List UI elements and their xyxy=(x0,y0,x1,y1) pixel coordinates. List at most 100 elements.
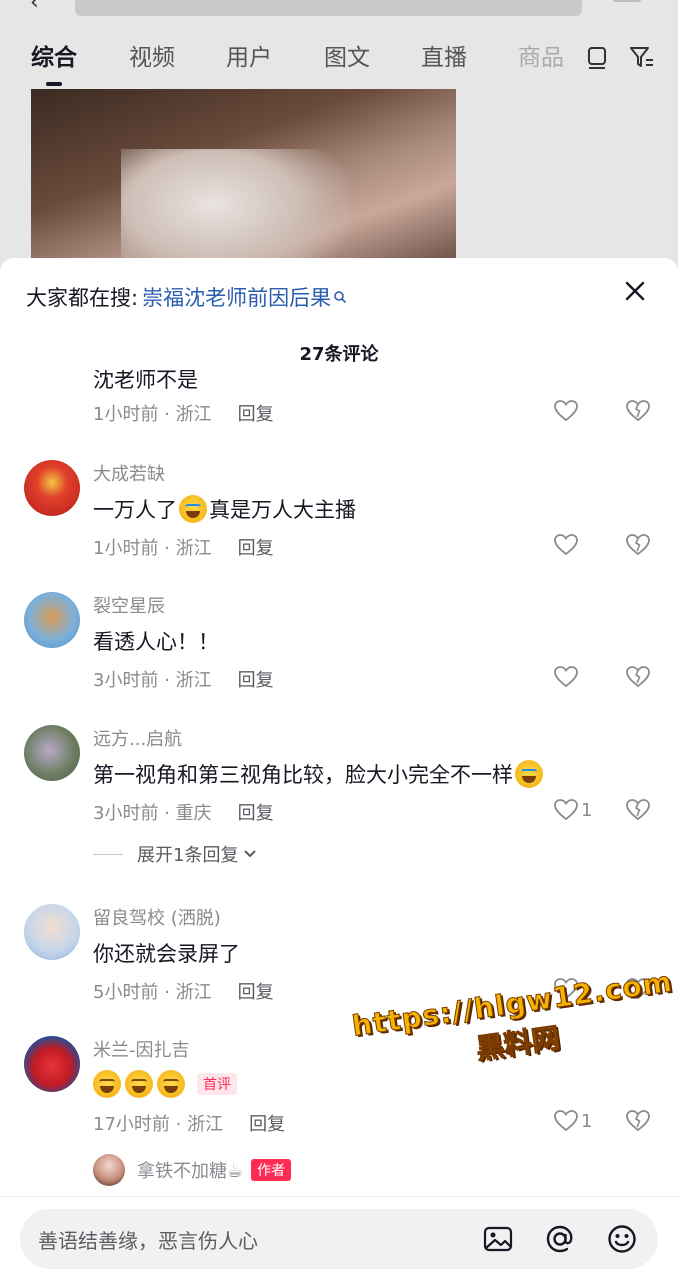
comment-input[interactable]: 善语结善缘，恶言伤人心 xyxy=(20,1209,658,1269)
tab-live[interactable]: 直播 xyxy=(421,40,467,76)
avatar[interactable] xyxy=(93,1154,125,1186)
filter-icon[interactable] xyxy=(628,44,654,70)
comment-meta: 5小时前 · 浙江 回复 xyxy=(93,978,274,1004)
heart-icon xyxy=(554,799,578,821)
comment-meta: 3小时前 · 重庆 回复 xyxy=(93,799,274,825)
tab-video[interactable]: 视频 xyxy=(129,40,175,76)
reply-button[interactable]: 回复 xyxy=(238,400,274,426)
comment-list[interactable]: 沈老师不是 1小时前 · 浙江 回复 大成若缺 一万人了 真是万人大主播 1小时… xyxy=(0,370,678,1196)
tab-users[interactable]: 用户 xyxy=(226,40,272,76)
heart-icon xyxy=(554,1110,578,1132)
hot-search-prefix: 大家都在搜: xyxy=(26,286,139,310)
tab-image-text[interactable]: 图文 xyxy=(324,40,370,76)
reply-button[interactable]: 回复 xyxy=(238,978,274,1004)
heart-icon xyxy=(554,666,578,688)
comment-username[interactable]: 远方...启航 xyxy=(93,725,182,751)
comment-input-bar: 善语结善缘，恶言伤人心 xyxy=(0,1196,678,1280)
comment-time-location: 3小时前 · 浙江 xyxy=(93,670,212,691)
grinning-emoji-icon xyxy=(157,1070,185,1098)
reply-button[interactable]: 回复 xyxy=(238,534,274,560)
comment-text: 第一视角和第三视角比较，脸大小完全不一样 xyxy=(93,759,547,789)
chevron-down-icon xyxy=(244,850,257,858)
back-arrow-icon[interactable]: ‹ xyxy=(30,0,39,15)
crying-laughing-emoji-icon xyxy=(515,760,543,788)
broken-heart-icon xyxy=(626,400,650,422)
close-icon xyxy=(625,281,645,301)
comment-input-placeholder: 善语结善缘，恶言伤人心 xyxy=(38,1229,258,1253)
comment-text: 首评 xyxy=(93,1070,237,1098)
layout-toggle-icon[interactable] xyxy=(584,44,610,70)
search-action[interactable] xyxy=(612,0,642,2)
like-button[interactable] xyxy=(553,532,603,558)
comment-username[interactable]: 米兰-因扎吉 xyxy=(93,1036,190,1062)
expand-replies-button[interactable]: 展开1条回复 xyxy=(93,841,258,867)
comment-time-location: 5小时前 · 浙江 xyxy=(93,982,212,1003)
dislike-button[interactable] xyxy=(625,398,651,428)
heart-icon xyxy=(554,400,578,422)
expand-replies-label: 展开1条回复 xyxy=(137,845,239,866)
author-badge: 作者 xyxy=(251,1159,292,1181)
comment-sheet: 大家都在搜: 崇福沈老师前因后果 27条评论 沈老师不是 1小时前 · 浙江 回… xyxy=(0,258,678,1280)
comment-username[interactable]: 大成若缺 xyxy=(93,460,165,486)
tab-products[interactable]: 商品 xyxy=(518,40,564,76)
comment-meta: 3小时前 · 浙江 回复 xyxy=(93,666,274,692)
broken-heart-icon xyxy=(626,799,650,821)
like-count: 1 xyxy=(581,1110,593,1132)
reply-button[interactable]: 回复 xyxy=(249,1110,285,1136)
background-search-page: ‹ 综合 视频 用户 图文 直播 商品 xyxy=(0,0,678,300)
like-button[interactable] xyxy=(553,664,603,690)
dislike-button[interactable] xyxy=(625,797,651,827)
avatar[interactable] xyxy=(24,1036,80,1092)
comment-text-part: 真是万人大主播 xyxy=(209,498,356,522)
grinning-emoji-icon xyxy=(93,1070,121,1098)
hot-search-link[interactable]: 崇福沈老师前因后果 xyxy=(142,282,331,312)
like-button[interactable]: 1 xyxy=(553,1108,603,1134)
broken-heart-icon xyxy=(626,534,650,556)
crying-laughing-emoji-icon xyxy=(179,495,207,523)
comment-time-location: 1小时前 · 浙江 xyxy=(93,538,212,559)
divider xyxy=(93,853,123,855)
avatar[interactable] xyxy=(24,904,80,960)
avatar[interactable] xyxy=(24,725,80,781)
avatar[interactable] xyxy=(24,592,80,648)
comment-text: 你还就会录屏了 xyxy=(93,942,240,966)
first-comment-badge: 首评 xyxy=(197,1073,237,1095)
heart-icon xyxy=(554,534,578,556)
tab-all[interactable]: 综合 xyxy=(31,40,77,76)
comment-count-title: 27条评论 xyxy=(299,344,379,365)
reply-button[interactable]: 回复 xyxy=(238,799,274,825)
dislike-button[interactable] xyxy=(625,664,651,694)
image-icon[interactable] xyxy=(482,1223,514,1255)
search-icon xyxy=(334,291,347,304)
dislike-button[interactable] xyxy=(625,532,651,562)
comment-meta: 17小时前 · 浙江 回复 xyxy=(93,1110,285,1136)
comment-time-location: 3小时前 · 重庆 xyxy=(93,803,212,824)
hot-search-row: 大家都在搜: 崇福沈老师前因后果 xyxy=(26,282,347,312)
search-bar[interactable] xyxy=(75,0,582,16)
reply-button[interactable]: 回复 xyxy=(238,666,274,692)
sub-reply[interactable]: 拿铁不加糖☕ 作者 xyxy=(93,1154,292,1186)
broken-heart-icon xyxy=(626,1110,650,1132)
result-tabs: 综合 视频 用户 图文 直播 商品 xyxy=(0,40,678,86)
like-button[interactable]: 1 xyxy=(553,797,603,823)
close-button[interactable] xyxy=(620,276,650,306)
sub-reply-username[interactable]: 拿铁不加糖☕ xyxy=(137,1157,243,1183)
comment-username[interactable]: 留良驾校 (洒脱) xyxy=(93,904,221,930)
mention-icon[interactable] xyxy=(544,1223,576,1255)
dislike-button[interactable] xyxy=(625,1108,651,1138)
comment-meta: 1小时前 · 浙江 回复 xyxy=(93,534,274,560)
comment-text-part: 第一视角和第三视角比较，脸大小完全不一样 xyxy=(93,763,513,787)
like-count: 1 xyxy=(581,799,593,821)
comment-time-location: 1小时前 · 浙江 xyxy=(93,404,212,425)
comment-text: 看透人心！！ xyxy=(93,630,219,654)
broken-heart-icon xyxy=(626,666,650,688)
like-button[interactable] xyxy=(553,398,603,424)
comment-username[interactable]: 裂空星辰 xyxy=(93,592,165,618)
comment-text: 一万人了 真是万人大主播 xyxy=(93,494,356,524)
comment-text-cutoff: 沈老师不是 xyxy=(93,370,198,392)
active-tab-indicator xyxy=(46,82,62,86)
comment-time-location: 17小时前 · 浙江 xyxy=(93,1114,224,1135)
avatar[interactable] xyxy=(24,460,80,516)
grinning-emoji-icon xyxy=(125,1070,153,1098)
emoji-picker-icon[interactable] xyxy=(606,1223,638,1255)
